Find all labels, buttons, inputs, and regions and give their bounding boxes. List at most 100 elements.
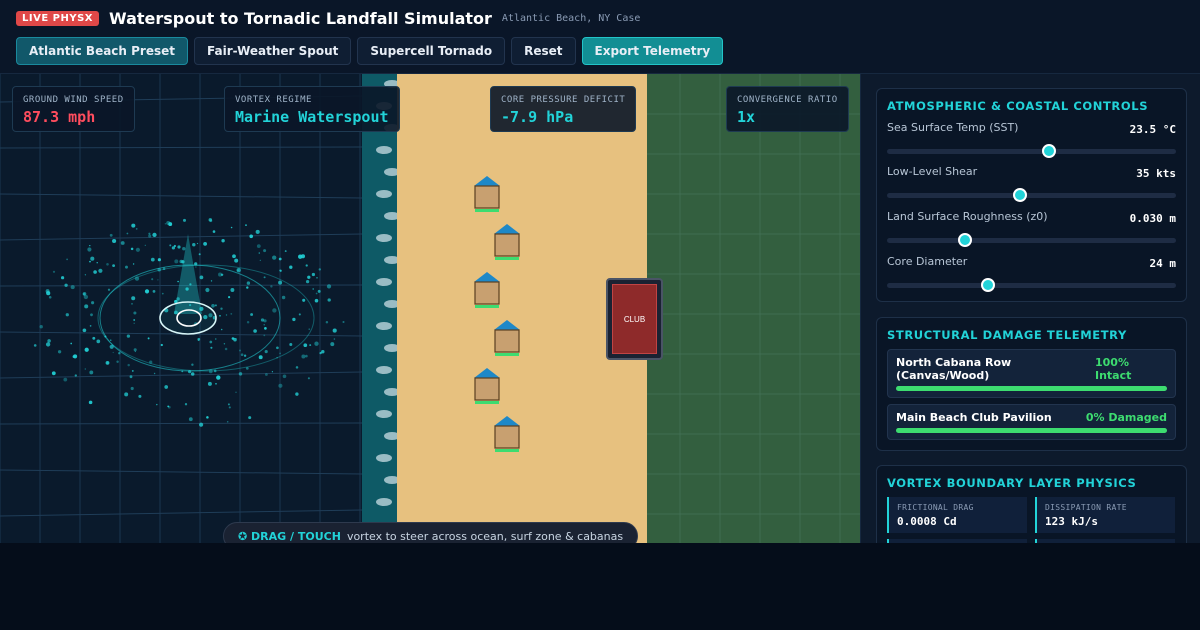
atlantic-beach-preset-button[interactable]: Atlantic Beach Preset: [16, 37, 189, 65]
debris-particle: [105, 361, 110, 365]
reset-button[interactable]: Reset: [511, 37, 576, 65]
slider-thumb[interactable]: [981, 278, 996, 292]
debris-particle: [84, 304, 89, 309]
stat-value: 123 kJ/s: [1045, 515, 1098, 528]
readout-label: VORTEX REGIME: [235, 95, 312, 105]
supercell-tornado-button[interactable]: Supercell Tornado: [357, 37, 506, 65]
debris-particle: [250, 313, 254, 316]
debris-particle: [39, 325, 43, 329]
fair-weather-spout-button[interactable]: Fair-Weather Spout: [194, 37, 352, 65]
debris-particle: [259, 259, 261, 261]
debris-particle: [129, 375, 133, 379]
cabana-health-bar: [475, 305, 499, 308]
debris-particle: [70, 342, 73, 345]
debris-particle: [206, 416, 209, 419]
debris-particle: [63, 377, 68, 382]
debris-particle: [133, 319, 136, 321]
debris-particle: [305, 354, 308, 358]
debris-particle: [48, 296, 52, 299]
frictional-drag-stat: FRICTIONAL DRAG 0.0008 Cd: [887, 497, 1027, 533]
debris-particle: [112, 238, 117, 244]
debris-particle: [190, 372, 195, 376]
integrity-bar: [896, 386, 1167, 391]
card-title: ATMOSPHERIC & COASTAL CONTROLS: [887, 99, 1149, 113]
core-pressure-deficit-readout: CORE PRESSURE DEFICIT -7.9 hPa: [490, 86, 637, 132]
debris-particle: [33, 344, 37, 347]
debris-particle: [316, 277, 318, 279]
debris-particle: [148, 234, 152, 238]
debris-particle: [230, 313, 233, 315]
debris-particle: [289, 342, 293, 347]
debris-particle: [330, 342, 335, 347]
slider-thumb[interactable]: [958, 233, 973, 247]
debris-particle: [135, 247, 140, 252]
debris-particle: [227, 403, 230, 406]
control-panel: ATMOSPHERIC & COASTAL CONTROLS Sea Surfa…: [860, 74, 1200, 543]
debris-particle: [127, 363, 130, 367]
slider-track[interactable]: [887, 144, 1176, 158]
debris-particle: [191, 363, 194, 366]
debris-particle: [157, 279, 159, 281]
scene-canvas[interactable]: [0, 74, 860, 543]
debris-particle: [64, 283, 68, 287]
readout-value: 87.3 mph: [23, 108, 96, 126]
debris-particle: [325, 320, 329, 324]
integrity-bar: [896, 428, 1167, 433]
foam-blob: [376, 278, 392, 286]
cabana-health-bar: [495, 353, 519, 356]
damage-telemetry-card: STRUCTURAL DAMAGE TELEMETRY North Cabana…: [876, 317, 1187, 451]
debris-particle: [333, 338, 336, 340]
convergence-ratio-readout: CONVERGENCE RATIO 1x: [726, 86, 849, 132]
debris-particle: [133, 322, 135, 325]
debris-particle: [83, 294, 89, 300]
slider-thumb[interactable]: [1041, 144, 1056, 158]
roughness-slider[interactable]: Land Surface Roughness (z0) 0.030 m: [887, 210, 1176, 254]
debris-particle: [152, 290, 156, 293]
drag-hint-action: ✪ DRAG / TOUCH: [238, 529, 341, 543]
debris-particle: [74, 374, 77, 377]
export-telemetry-button[interactable]: Export Telemetry: [581, 37, 724, 65]
debris-particle: [220, 307, 223, 310]
debris-particle: [82, 328, 87, 333]
debris-particle: [207, 381, 212, 386]
slider-thumb[interactable]: [1012, 188, 1027, 202]
sst-slider[interactable]: Sea Surface Temp (SST) 23.5 °C: [887, 121, 1176, 165]
slider-track[interactable]: [887, 278, 1176, 292]
debris-particle: [260, 318, 265, 322]
boundary-layer-physics-card: VORTEX BOUNDARY LAYER PHYSICS FRICTIONAL…: [876, 465, 1187, 543]
slider-track[interactable]: [887, 233, 1176, 247]
stat-tile: [887, 539, 1027, 543]
core-diameter-slider[interactable]: Core Diameter 24 m: [887, 255, 1176, 299]
debris-particle: [131, 223, 136, 228]
debris-particle: [263, 276, 266, 279]
debris-particle: [177, 245, 181, 249]
debris-particle: [240, 353, 244, 357]
cabana-health-bar: [475, 401, 499, 404]
debris-particle: [238, 372, 243, 376]
debris-particle: [91, 301, 95, 305]
debris-particle: [219, 314, 221, 317]
debris-particle: [196, 242, 199, 245]
debris-particle: [278, 383, 283, 388]
debris-particle: [214, 304, 217, 307]
low-level-shear-slider[interactable]: Low-Level Shear 35 kts: [887, 165, 1176, 209]
debris-particle: [152, 232, 157, 238]
debris-particle: [182, 247, 186, 251]
beach-club-pavilion: CLUB: [606, 278, 663, 360]
debris-particle: [225, 314, 228, 316]
simulation-viewport[interactable]: GROUND WIND SPEED 87.3 mph VORTEX REGIME…: [0, 74, 860, 543]
debris-particle: [166, 221, 171, 225]
stat-value: 0.0008 Cd: [897, 515, 957, 528]
cabana-body: [494, 233, 520, 257]
atmospheric-controls-card: ATMOSPHERIC & COASTAL CONTROLS Sea Surfa…: [876, 88, 1187, 302]
slider-label: Core Diameter: [887, 255, 968, 268]
cabana-body: [494, 329, 520, 353]
debris-particle: [209, 340, 213, 344]
debris-particle: [270, 285, 273, 288]
slider-label: Sea Surface Temp (SST): [887, 121, 1019, 134]
structure-status: 100% Intact: [1095, 356, 1132, 382]
slider-track[interactable]: [887, 188, 1176, 202]
debris-particle: [93, 270, 97, 274]
debris-particle: [220, 328, 223, 331]
debris-particle: [292, 317, 296, 322]
